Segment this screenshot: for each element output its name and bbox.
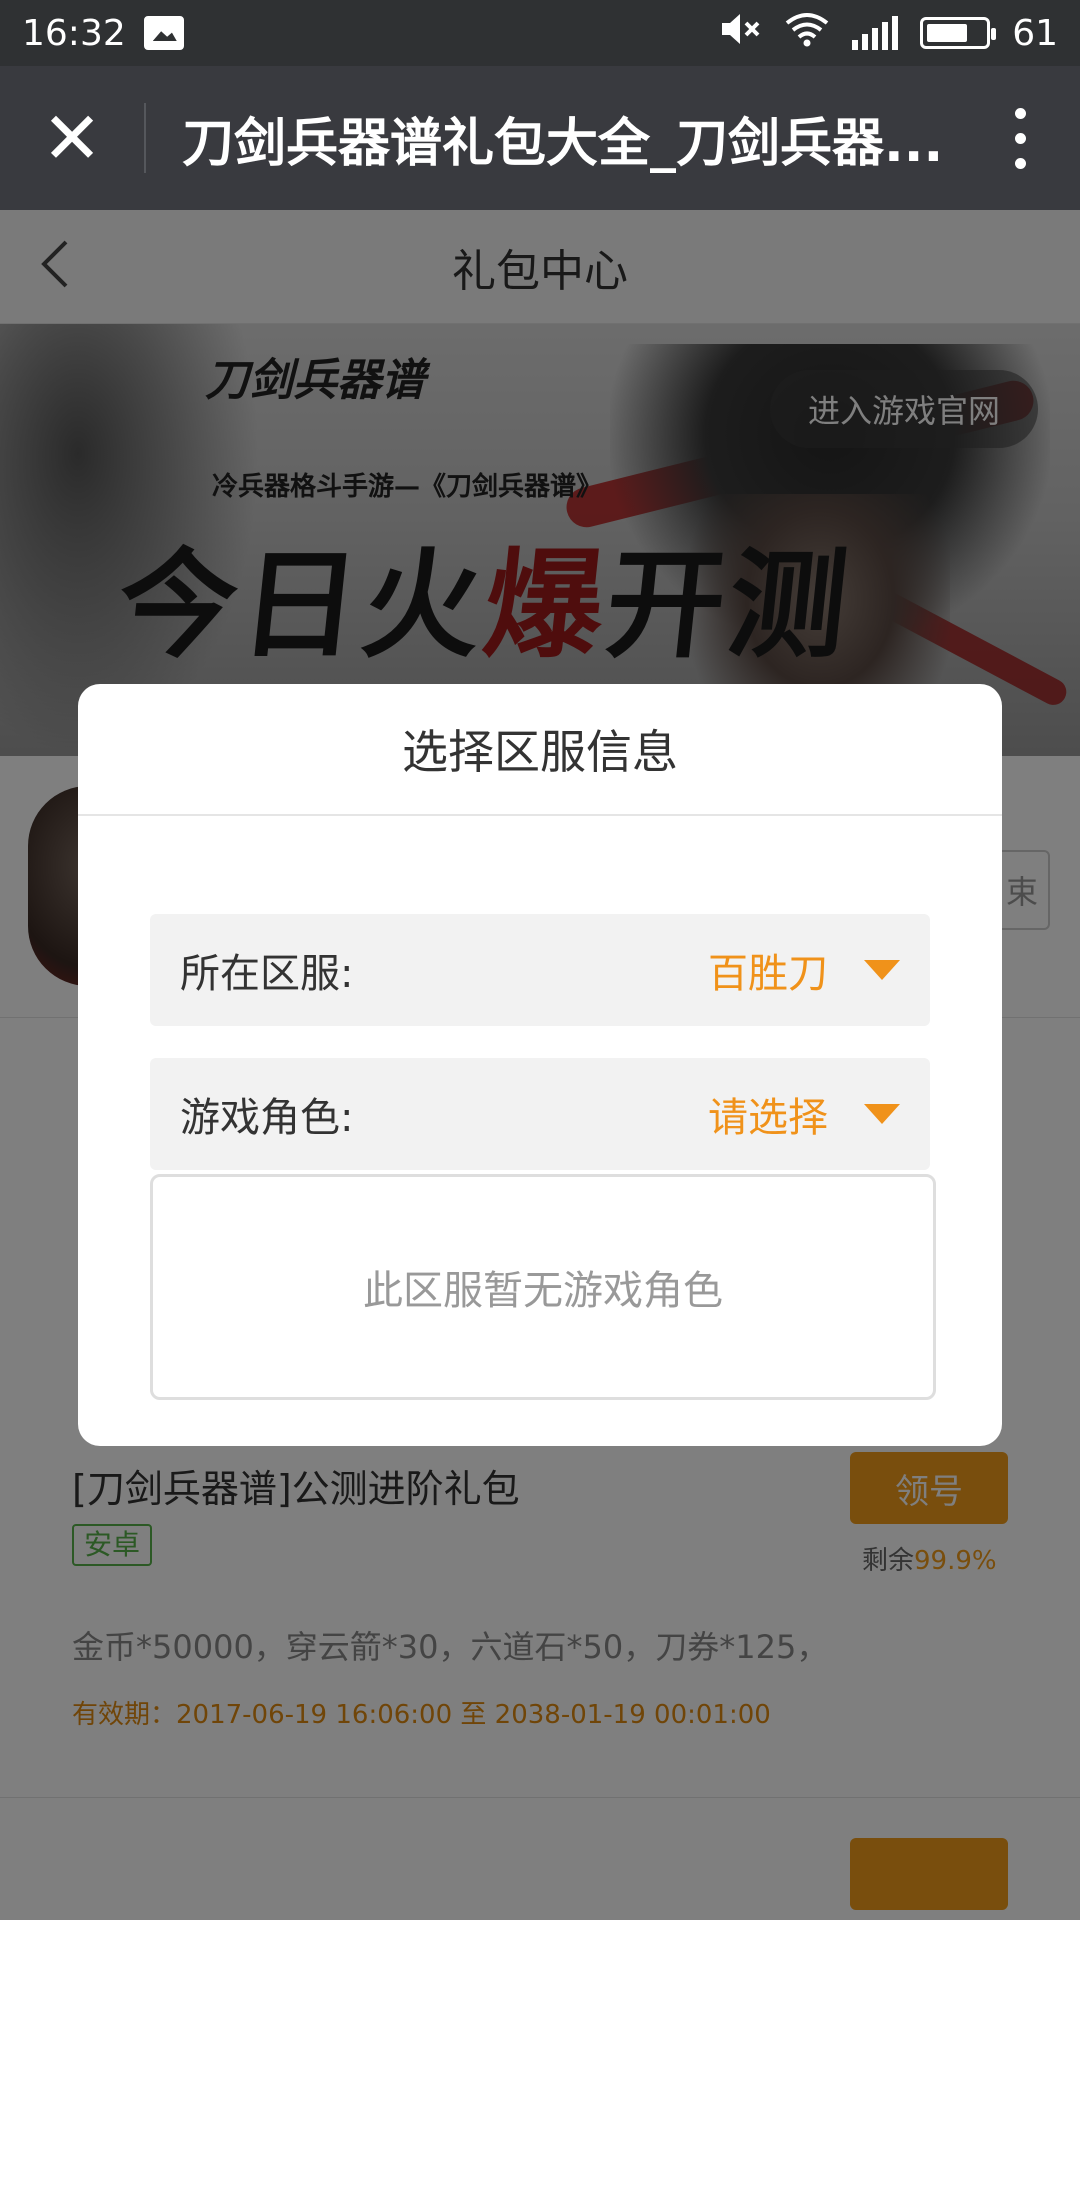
browser-title: 刀剑兵器谱礼包大全_刀剑兵器...: [182, 113, 944, 174]
dialog-title: 选择区服信息: [78, 684, 1002, 816]
image-icon: [143, 16, 184, 50]
close-icon[interactable]: ✕: [0, 66, 144, 210]
dropdown-caret-icon: [864, 1104, 900, 1124]
mute-icon: [720, 11, 762, 56]
status-bar: 16:32 61: [0, 0, 1080, 66]
signal-icon: [852, 16, 899, 50]
more-icon[interactable]: [960, 66, 1080, 210]
role-select[interactable]: 游戏角色: 请选择: [150, 1058, 930, 1170]
server-select[interactable]: 所在区服: 百胜刀: [150, 914, 930, 1026]
battery-icon: [920, 17, 997, 49]
status-time: 16:32: [22, 12, 126, 54]
role-label: 游戏角色:: [180, 1095, 354, 1141]
wifi-icon: [784, 11, 830, 56]
battery-level: 61: [1012, 12, 1058, 54]
role-value: 请选择: [708, 1095, 828, 1141]
server-value: 百胜刀: [708, 951, 828, 997]
browser-title-bar: ✕ 刀剑兵器谱礼包大全_刀剑兵器...: [0, 66, 1080, 210]
server-select-dialog: 选择区服信息 所在区服: 百胜刀 游戏角色: 请选择 此区服暂无游戏角色: [78, 684, 1002, 1446]
role-empty-state: 此区服暂无游戏角色: [150, 1174, 936, 1400]
dropdown-caret-icon: [864, 960, 900, 980]
server-label: 所在区服:: [180, 951, 354, 997]
